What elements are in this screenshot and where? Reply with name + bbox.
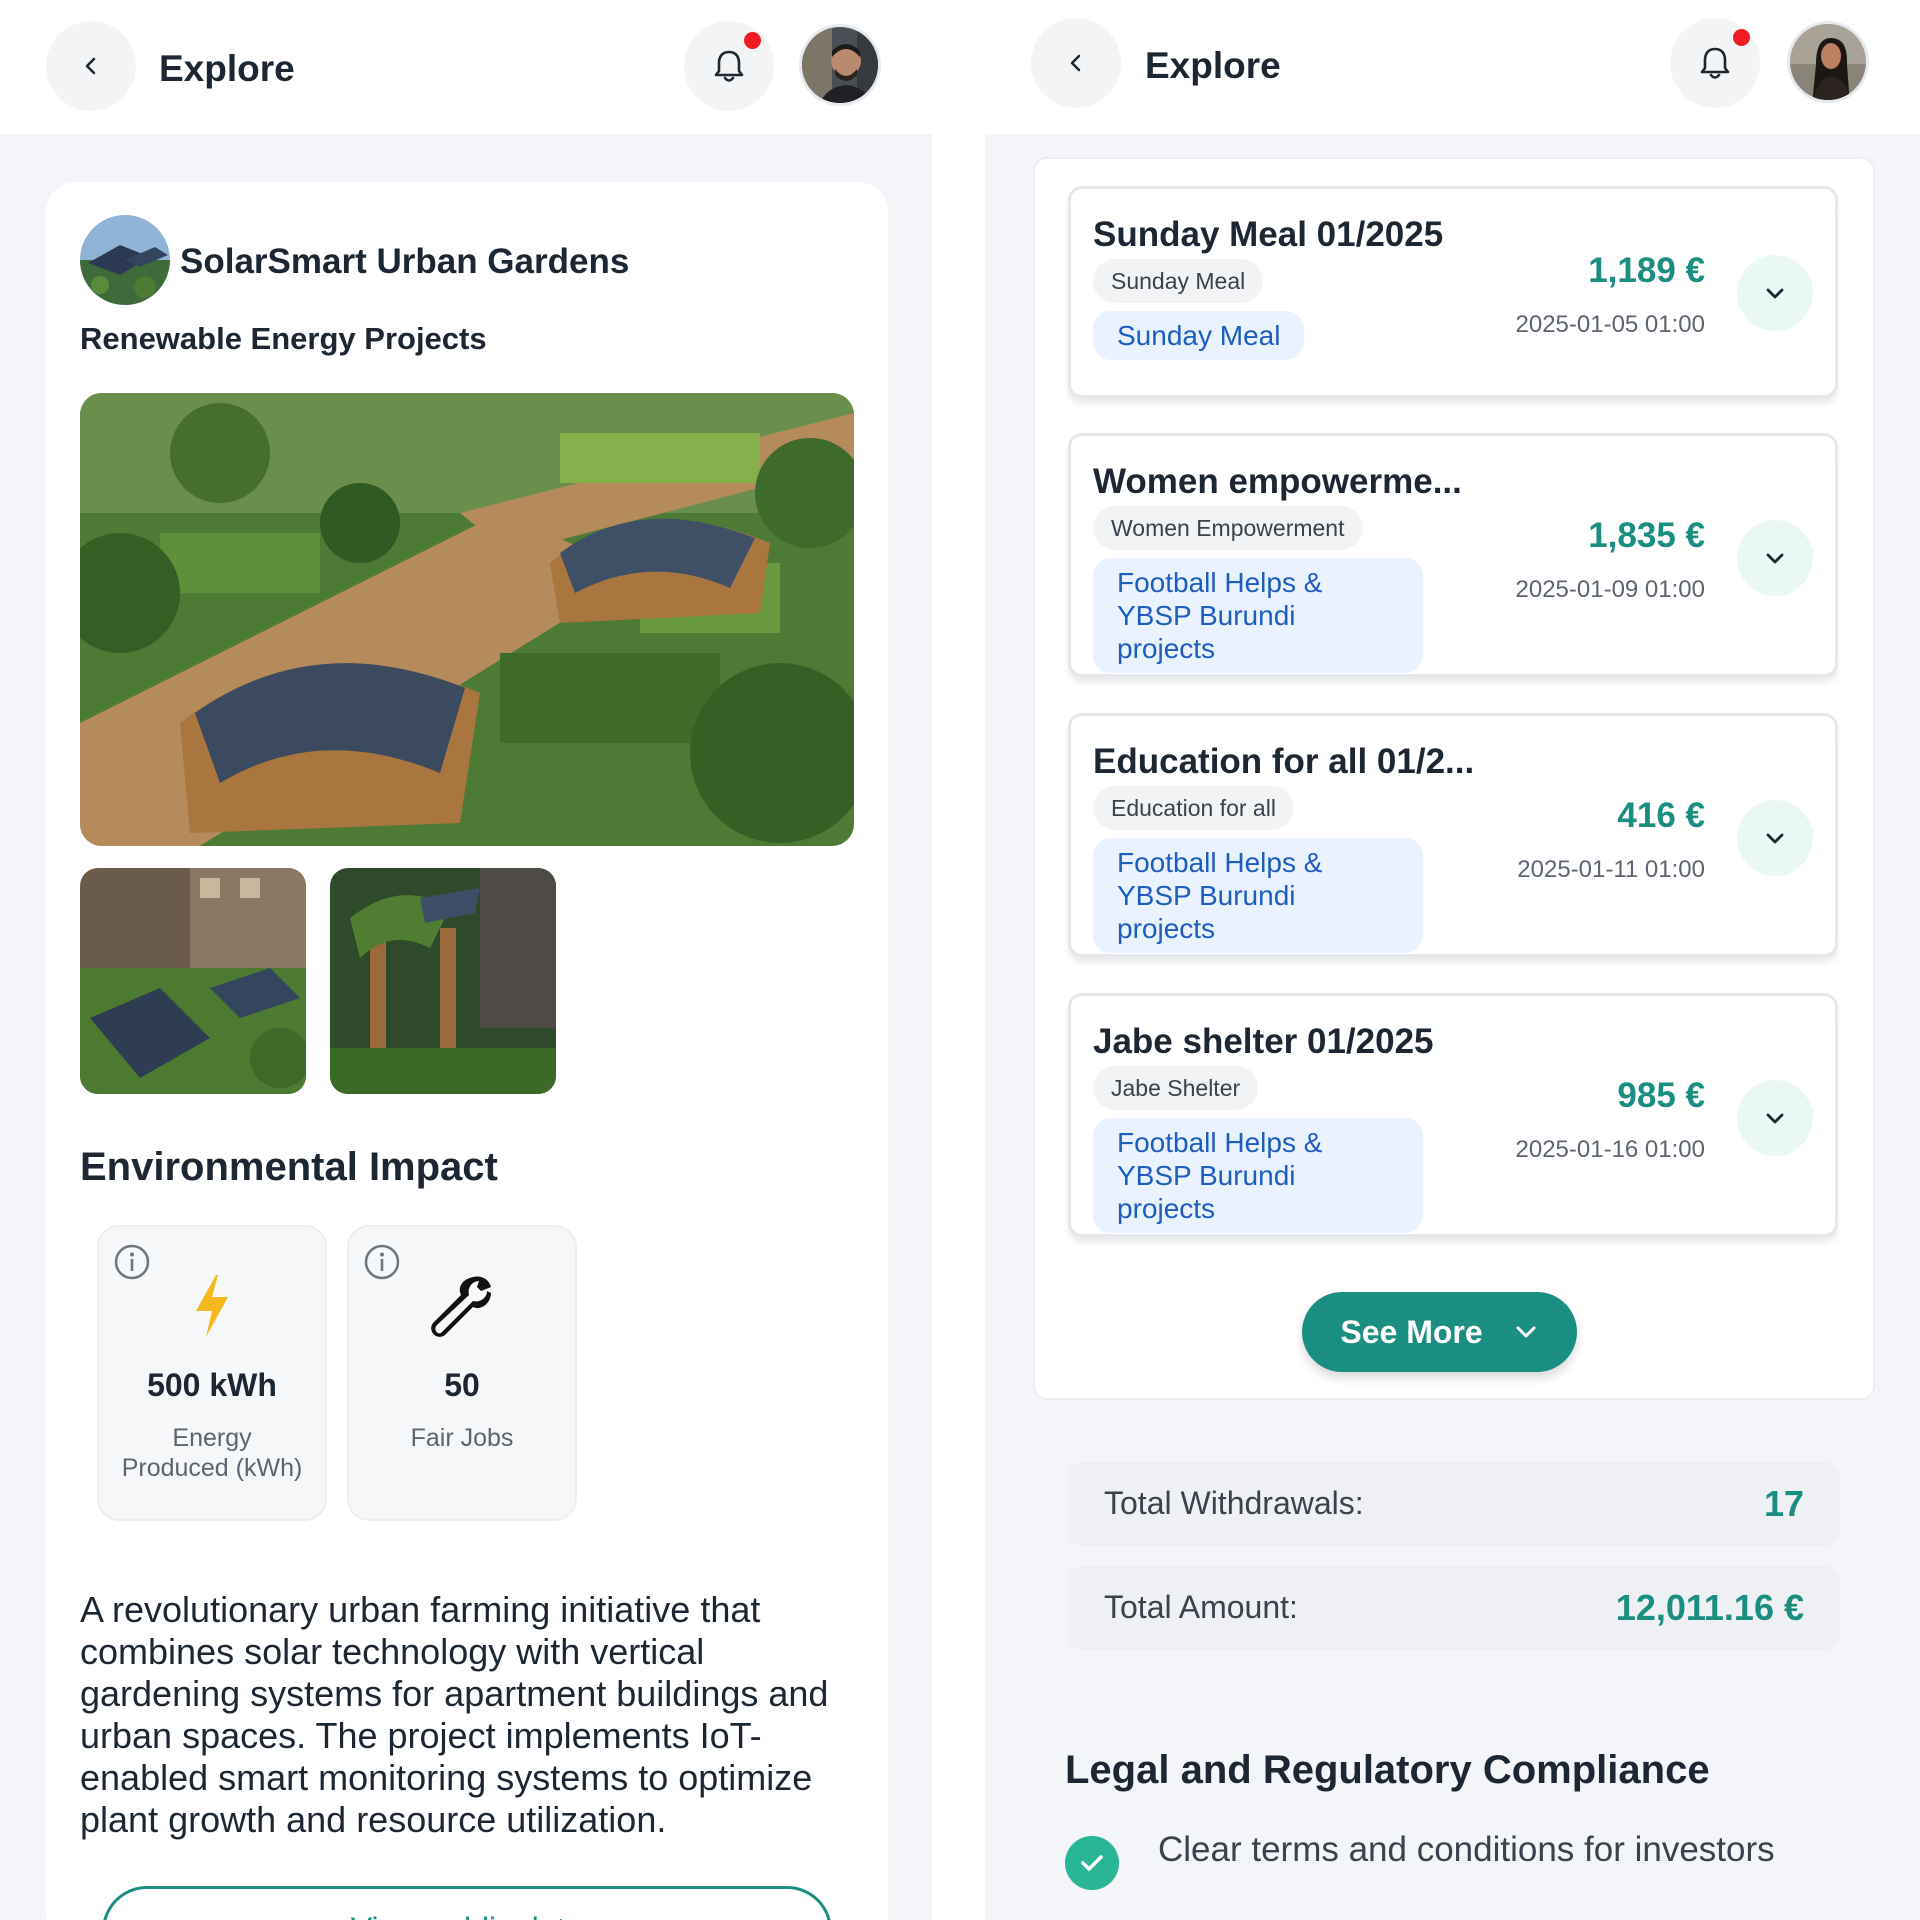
bell-icon [1700,47,1730,79]
withdrawal-category-pill: Education for all [1093,786,1294,830]
withdrawal-card[interactable]: Jabe shelter 01/2025 Jabe Shelter Footba… [1068,993,1838,1237]
withdrawal-project-tag[interactable]: Football Helps & YBSP Burundi projects [1093,838,1423,953]
legal-list-item: Clear terms and conditions for investors [1065,1830,1865,1890]
lightning-bolt-icon [196,1275,228,1337]
chevron-down-icon [1766,553,1784,564]
project-card: SolarSmart Urban Gardens Renewable Energ… [46,182,888,1920]
see-more-label: See More [1340,1313,1483,1350]
impact-metric-jobs: 50 Fair Jobs [347,1225,577,1521]
summary-label: Total Withdrawals: [1104,1485,1364,1521]
summary-label: Total Amount: [1104,1589,1298,1625]
withdrawal-category-pill: Women Empowerment [1093,506,1363,550]
withdrawal-category-pill: Sunday Meal [1093,259,1264,303]
metric-label: Fair Jobs [410,1424,514,1452]
info-icon[interactable] [363,1243,401,1281]
back-button[interactable] [46,21,136,111]
withdrawal-amount: 1,189 € [1588,251,1705,290]
wrench-icon [431,1276,491,1337]
withdrawal-project-tag[interactable]: Football Helps & YBSP Burundi projects [1093,1118,1423,1233]
metric-label: Energy Produced (kWh) [121,1424,303,1482]
withdrawal-amount: 416 € [1617,796,1705,835]
avatar[interactable] [799,24,881,106]
withdrawal-amount: 1,835 € [1588,516,1705,555]
gallery-thumbnail[interactable] [80,868,306,1094]
notification-badge [1733,29,1750,46]
expand-button[interactable] [1737,1080,1813,1156]
gallery-thumbnail[interactable] [330,868,556,1094]
expand-button[interactable] [1737,800,1813,876]
withdrawal-title: Women empowerme... [1093,462,1462,501]
withdrawal-card[interactable]: Women empowerme... Women Empowerment Foo… [1068,433,1838,677]
project-logo [80,215,170,305]
withdrawals-screen: Explore Sunday Meal 01/2025 Sunday Meal … [985,0,1920,1920]
chevron-down-icon [1766,833,1784,844]
section-title-legal: Legal and Regulatory Compliance [1065,1748,1710,1792]
withdrawal-title: Jabe shelter 01/2025 [1093,1022,1434,1061]
notification-badge [744,32,761,49]
section-title-impact: Environmental Impact [80,1145,498,1189]
notifications-button[interactable] [1670,18,1760,108]
avatar[interactable] [1787,21,1869,103]
metric-value: 50 [444,1367,480,1403]
withdrawal-category-pill: Jabe Shelter [1093,1066,1259,1110]
impact-metric-energy: 500 kWh Energy Produced (kWh) [97,1225,327,1521]
bell-icon [714,50,744,82]
user-photo [1790,24,1866,100]
expand-button[interactable] [1737,255,1813,331]
withdrawal-title: Education for all 01/2... [1093,742,1475,781]
back-button[interactable] [1031,18,1121,108]
withdrawal-date: 2025-01-11 01:00 [1517,856,1705,883]
withdrawal-card[interactable]: Education for all 01/2... Education for … [1068,713,1838,957]
chevron-down-icon [1516,1326,1536,1338]
withdrawal-project-tag[interactable]: Football Helps & YBSP Burundi projects [1093,558,1423,673]
page-title: Explore [159,48,295,89]
chevron-down-icon [1766,288,1784,299]
legal-item-text: Clear terms and conditions for investors [1158,1830,1775,1869]
notifications-button[interactable] [684,21,774,111]
user-photo [802,27,878,103]
chevron-left-icon [85,57,96,75]
project-description: A revolutionary urban farming initiative… [80,1589,829,1840]
check-circle-icon [1065,1836,1119,1890]
see-more-button[interactable]: See More [1302,1292,1577,1372]
top-bar: Explore [0,0,932,134]
metric-value: 500 kWh [147,1367,277,1403]
chevron-down-icon [1766,1113,1784,1124]
info-icon[interactable] [113,1243,151,1281]
total-withdrawals-row: Total Withdrawals: 17 [1068,1462,1840,1546]
withdrawal-date: 2025-01-16 01:00 [1515,1136,1706,1163]
summary-value: 12,011.16 € [1615,1587,1804,1628]
page-title: Explore [1145,45,1281,86]
chevron-left-icon [1070,54,1081,72]
withdrawal-project-tag[interactable]: Sunday Meal [1093,311,1305,360]
project-title: SolarSmart Urban Gardens [180,242,630,281]
project-detail-screen: Explore SolarSmart Urban Gardens Renewab… [0,0,932,1920]
project-category: Renewable Energy Projects [80,321,487,356]
withdrawal-amount: 985 € [1617,1076,1705,1115]
view-public-data-button[interactable]: View public data [102,1886,832,1920]
top-bar: Explore [985,0,1920,134]
withdrawal-date: 2025-01-05 01:00 [1515,311,1706,338]
summary-value: 17 [1763,1483,1804,1524]
expand-button[interactable] [1737,520,1813,596]
total-amount-row: Total Amount: 12,011.16 € [1068,1566,1840,1650]
withdrawal-date: 2025-01-09 01:00 [1515,576,1706,603]
project-main-image[interactable] [80,393,854,846]
withdrawal-card[interactable]: Sunday Meal 01/2025 Sunday Meal Sunday M… [1068,186,1838,398]
withdrawal-title: Sunday Meal 01/2025 [1093,215,1444,254]
